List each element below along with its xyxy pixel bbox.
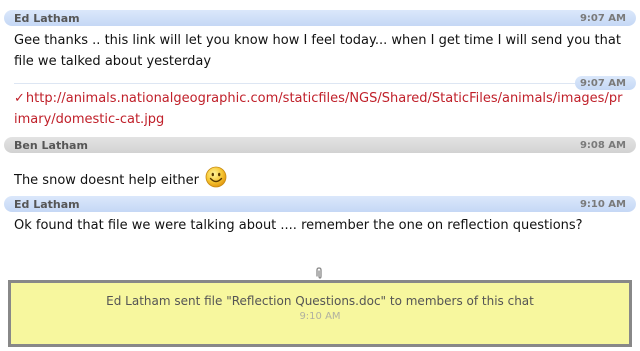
message-text: Ok found that file we were talking about…: [14, 218, 583, 233]
sender-name: Ben Latham: [14, 138, 88, 152]
message-text: Gee thanks .. this link will let you kno…: [14, 33, 621, 69]
sender-name: Ed Latham: [14, 197, 80, 211]
continuation-divider: [14, 83, 576, 84]
message-text: The snow doesnt help either: [14, 173, 200, 188]
message-time: 9:07 AM: [579, 12, 626, 24]
message-row: The snow doesnt help either: [14, 166, 626, 191]
message-time: 9:08 AM: [579, 139, 626, 151]
message-header-ed-latham: Ed Latham 9:07 AM: [4, 10, 636, 26]
file-notice-time: 9:10 AM: [299, 311, 341, 322]
chat-transcript: Ed Latham 9:07 AM Gee thanks .. this lin…: [0, 0, 640, 351]
file-notice-text: Ed Latham sent file "Reflection Question…: [106, 294, 534, 308]
sender-name: Ed Latham: [14, 11, 80, 25]
message-header-ed-latham: Ed Latham 9:10 AM: [4, 196, 636, 212]
continuation-time: 9:07 AM: [579, 77, 626, 89]
message-header-ben-latham: Ben Latham 9:08 AM: [4, 137, 636, 153]
paperclip-icon: [316, 267, 322, 279]
message-time: 9:10 AM: [579, 198, 626, 210]
smiley-face-icon: [205, 166, 227, 188]
shared-link[interactable]: http://animals.nationalgeographic.com/st…: [14, 91, 622, 127]
file-transfer-notice: Ed Latham sent file "Reflection Question…: [8, 280, 632, 347]
check-mark-icon: ✓: [14, 91, 25, 106]
link-message: ✓http://animals.nationalgeographic.com/s…: [14, 88, 626, 130]
